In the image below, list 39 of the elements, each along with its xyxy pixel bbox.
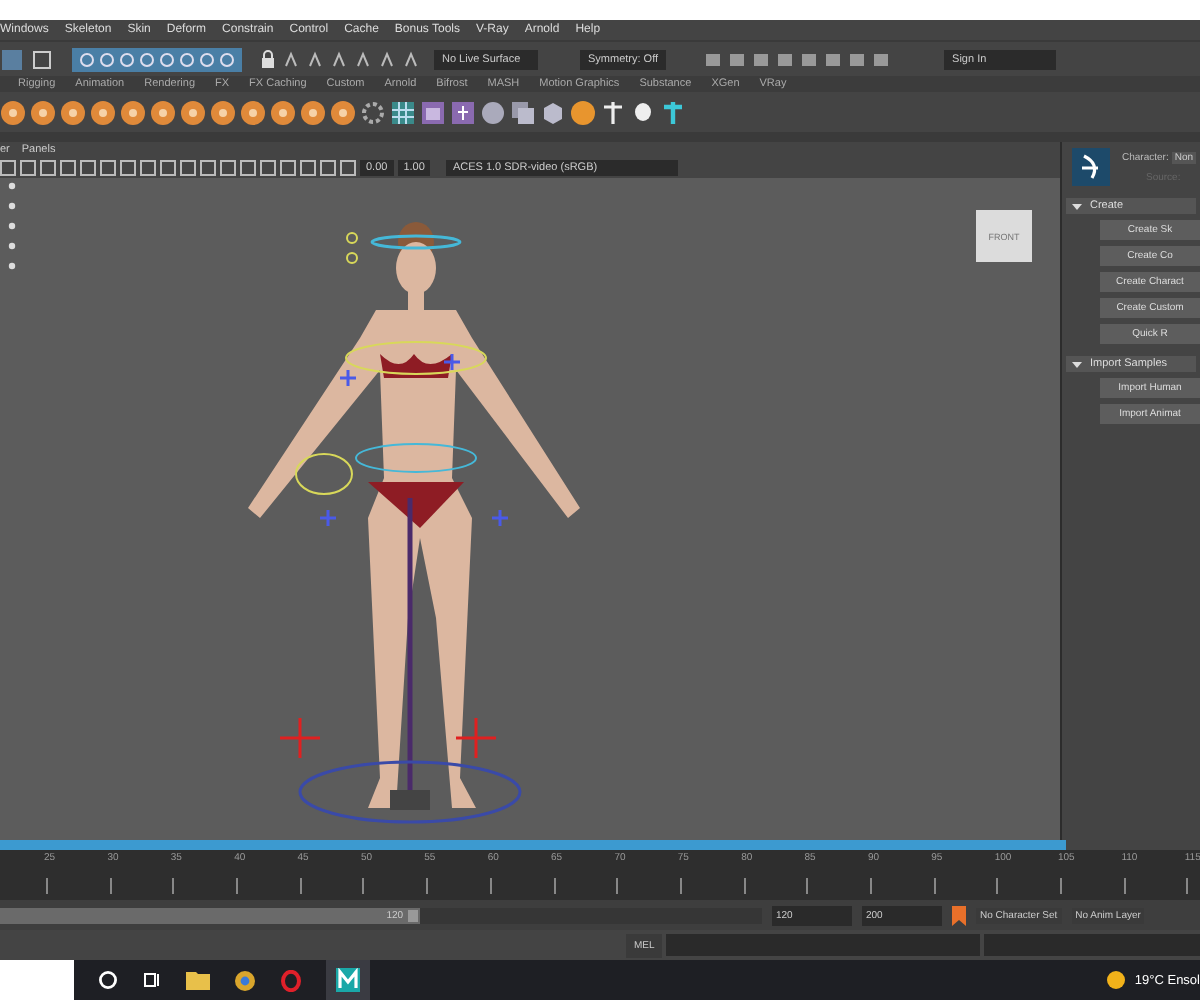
round-tool-icon[interactable]: [180, 99, 206, 125]
round-tool-icon[interactable]: [60, 99, 86, 125]
folder-icon[interactable]: [186, 970, 210, 990]
range-handle[interactable]: [407, 909, 418, 921]
round-tool-icon[interactable]: [330, 99, 356, 125]
window-icon[interactable]: [420, 99, 446, 125]
app-icon: [336, 968, 360, 992]
round-tool-icon[interactable]: [0, 99, 26, 125]
dot-icon: [8, 222, 16, 230]
round-tool-icon[interactable]: [90, 99, 116, 125]
round-tool-icon[interactable]: [210, 99, 236, 125]
round-tool-icon[interactable]: [120, 99, 146, 125]
grid-icon[interactable]: [390, 99, 416, 125]
browser-icon[interactable]: [234, 969, 256, 991]
ring-icon[interactable]: [280, 969, 302, 991]
dot-icon: [8, 262, 16, 270]
gear-icon[interactable]: [360, 99, 386, 125]
layers-icon[interactable]: [510, 99, 536, 125]
sphere-icon[interactable]: [480, 99, 506, 125]
character-logo-icon: [1072, 148, 1110, 186]
round-tool-icon[interactable]: [270, 99, 296, 125]
task-view-icon[interactable]: [142, 970, 162, 990]
sun-icon: [1106, 970, 1127, 990]
dot-icon: [8, 182, 16, 190]
app-taskbar-button[interactable]: [326, 960, 370, 1000]
tool-icon[interactable]: [30, 47, 54, 71]
cube-icon[interactable]: [540, 99, 566, 125]
round-tool-icon[interactable]: [240, 99, 266, 125]
key-icon[interactable]: [952, 905, 966, 925]
figure-window-icon[interactable]: [450, 99, 476, 125]
dot-icon: [8, 242, 16, 250]
command-field[interactable]: [666, 934, 981, 956]
dot-icon: [8, 202, 16, 210]
circle-icon[interactable]: [98, 970, 118, 990]
round-tool-icon[interactable]: [300, 99, 326, 125]
lock-icon[interactable]: [260, 49, 276, 69]
search-field[interactable]: [0, 960, 74, 1000]
round-tool-icon[interactable]: [30, 99, 56, 125]
round-tool-icon[interactable]: [150, 99, 176, 125]
